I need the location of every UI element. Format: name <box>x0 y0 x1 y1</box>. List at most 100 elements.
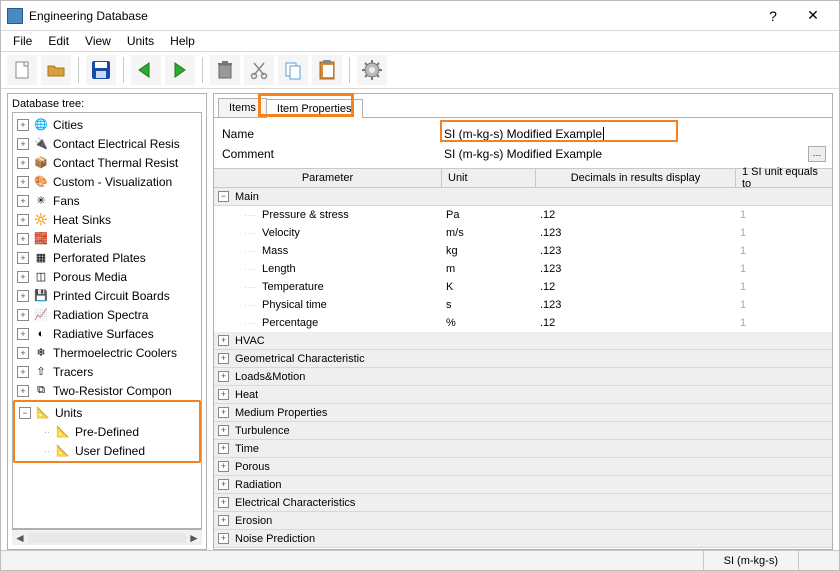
group-row[interactable]: +Turbulence <box>214 422 832 440</box>
property-grid[interactable]: −Main····Pressure & stressPa.121····Velo… <box>214 188 832 548</box>
group-row[interactable]: +Geometrical Characteristic <box>214 350 832 368</box>
group-row[interactable]: +Noise Prediction <box>214 530 832 548</box>
cell-unit[interactable]: % <box>442 317 536 329</box>
menu-help[interactable]: Help <box>162 32 203 50</box>
cell-decimals[interactable]: .12 <box>536 317 736 329</box>
tree-horizontal-scrollbar[interactable]: ◄► <box>12 529 202 545</box>
tree-item[interactable]: +⧉Two-Resistor Compon <box>13 381 201 400</box>
grid-row[interactable]: ····Velocitym/s.1231 <box>214 224 832 242</box>
tree-item[interactable]: +🎨Custom - Visualization <box>13 172 201 191</box>
tab-item-properties[interactable]: Item Properties <box>266 99 363 118</box>
cell-si[interactable]: 1 <box>736 227 832 239</box>
tree-item[interactable]: +🔌Contact Electrical Resis <box>13 134 201 153</box>
group-row[interactable]: +Erosion <box>214 512 832 530</box>
expand-icon[interactable]: + <box>17 366 29 378</box>
group-row[interactable]: +Loads&Motion <box>214 368 832 386</box>
comment-field[interactable]: SI (m-kg-s) Modified Example <box>440 147 802 161</box>
cut-button[interactable] <box>244 55 274 85</box>
cell-decimals[interactable]: .123 <box>536 227 736 239</box>
delete-button[interactable] <box>210 55 240 85</box>
expand-icon[interactable]: + <box>218 371 229 382</box>
expand-icon[interactable]: + <box>218 407 229 418</box>
collapse-icon[interactable]: − <box>19 407 31 419</box>
help-button[interactable]: ? <box>753 8 793 24</box>
cell-decimals[interactable]: .123 <box>536 245 736 257</box>
expand-icon[interactable]: + <box>17 309 29 321</box>
cell-si[interactable]: 1 <box>736 263 832 275</box>
expand-icon[interactable]: + <box>17 385 29 397</box>
grid-row[interactable]: ····Physical times.1231 <box>214 296 832 314</box>
tree-item[interactable]: +▦Perforated Plates <box>13 248 201 267</box>
expand-icon[interactable]: + <box>17 290 29 302</box>
col-decimals[interactable]: Decimals in results display <box>536 169 736 187</box>
expand-icon[interactable]: + <box>218 461 229 472</box>
back-button[interactable] <box>131 55 161 85</box>
database-tree[interactable]: +🌐Cities+🔌Contact Electrical Resis+📦Cont… <box>13 113 201 528</box>
expand-icon[interactable]: + <box>17 119 29 131</box>
tab-items[interactable]: Items <box>218 98 267 117</box>
grid-row[interactable]: ····Pressure & stressPa.121 <box>214 206 832 224</box>
expand-icon[interactable]: + <box>17 195 29 207</box>
save-button[interactable] <box>86 55 116 85</box>
cell-si[interactable]: 1 <box>736 245 832 257</box>
col-parameter[interactable]: Parameter <box>214 169 442 187</box>
menu-units[interactable]: Units <box>119 32 162 50</box>
cell-si[interactable]: 1 <box>736 209 832 221</box>
cell-si[interactable]: 1 <box>736 281 832 293</box>
menu-file[interactable]: File <box>5 32 40 50</box>
expand-icon[interactable]: + <box>17 176 29 188</box>
col-si-equals[interactable]: 1 SI unit equals to <box>736 169 832 187</box>
close-button[interactable]: ✕ <box>793 7 833 24</box>
tree-item[interactable]: +◐Radiative Surfaces <box>13 324 201 343</box>
tree-item[interactable]: +📦Contact Thermal Resist <box>13 153 201 172</box>
menu-edit[interactable]: Edit <box>40 32 77 50</box>
expand-icon[interactable]: + <box>218 335 229 346</box>
grid-row[interactable]: ····Percentage%.121 <box>214 314 832 332</box>
expand-icon[interactable]: + <box>218 389 229 400</box>
comment-browse-button[interactable]: … <box>808 146 826 162</box>
cell-unit[interactable]: m/s <box>442 227 536 239</box>
tree-item[interactable]: +💾Printed Circuit Boards <box>13 286 201 305</box>
cell-unit[interactable]: m <box>442 263 536 275</box>
cell-si[interactable]: 1 <box>736 317 832 329</box>
open-button[interactable] <box>41 55 71 85</box>
copy-button[interactable] <box>278 55 308 85</box>
cell-decimals[interactable]: .123 <box>536 299 736 311</box>
tree-item[interactable]: +⇧Tracers <box>13 362 201 381</box>
expand-icon[interactable]: + <box>17 252 29 264</box>
tree-item-userdefined[interactable]: ·· 📐 User Defined <box>15 441 199 460</box>
forward-button[interactable] <box>165 55 195 85</box>
expand-icon[interactable]: + <box>218 497 229 508</box>
tree-item[interactable]: +🔆Heat Sinks <box>13 210 201 229</box>
tree-item[interactable]: +❄Thermoelectric Coolers <box>13 343 201 362</box>
group-row[interactable]: +HVAC <box>214 332 832 350</box>
tree-item-predefined[interactable]: ·· 📐 Pre-Defined <box>15 422 199 441</box>
expand-icon[interactable]: + <box>218 443 229 454</box>
group-row[interactable]: +Electrical Characteristics <box>214 494 832 512</box>
cell-unit[interactable]: K <box>442 281 536 293</box>
expand-icon[interactable]: + <box>17 214 29 226</box>
tree-item[interactable]: +🌐Cities <box>13 115 201 134</box>
expand-icon[interactable]: + <box>17 328 29 340</box>
grid-row[interactable]: ····Masskg.1231 <box>214 242 832 260</box>
grid-row[interactable]: ····TemperatureK.121 <box>214 278 832 296</box>
expand-icon[interactable]: + <box>17 157 29 169</box>
cell-unit[interactable]: Pa <box>442 209 536 221</box>
expand-icon[interactable]: + <box>218 479 229 490</box>
expand-icon[interactable]: + <box>17 233 29 245</box>
collapse-icon[interactable]: − <box>218 191 229 202</box>
expand-icon[interactable]: + <box>218 515 229 526</box>
cell-decimals[interactable]: .12 <box>536 281 736 293</box>
expand-icon[interactable]: + <box>17 138 29 150</box>
grid-row[interactable]: ····Lengthm.1231 <box>214 260 832 278</box>
col-unit[interactable]: Unit <box>442 169 536 187</box>
cell-si[interactable]: 1 <box>736 299 832 311</box>
group-row[interactable]: +Time <box>214 440 832 458</box>
tree-item[interactable]: +✳Fans <box>13 191 201 210</box>
group-row[interactable]: +Heat <box>214 386 832 404</box>
cell-decimals[interactable]: .123 <box>536 263 736 275</box>
group-main[interactable]: −Main <box>214 188 832 206</box>
expand-icon[interactable]: + <box>218 425 229 436</box>
new-button[interactable] <box>7 55 37 85</box>
group-row[interactable]: +Porous <box>214 458 832 476</box>
